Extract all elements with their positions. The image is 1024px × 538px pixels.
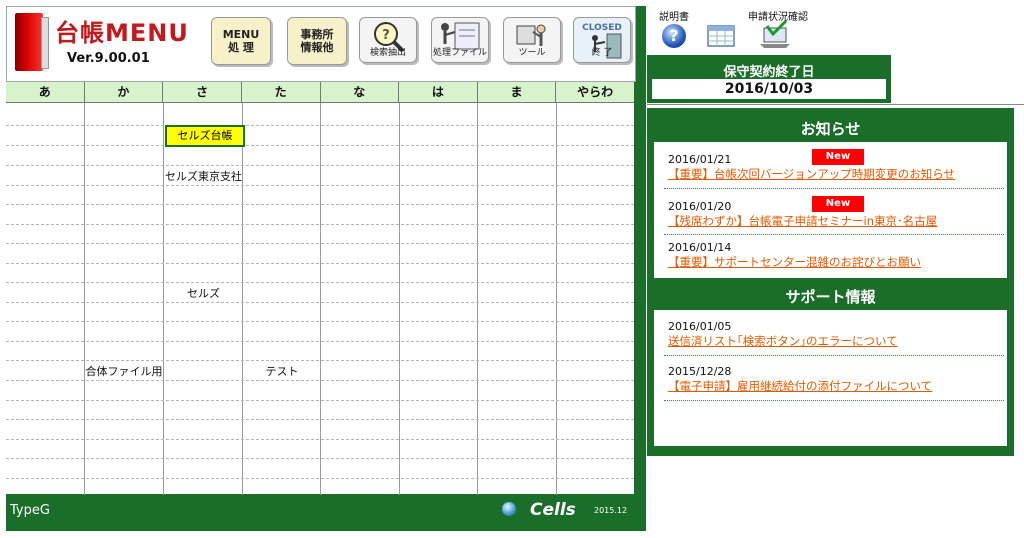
news-box: New 2016/01/21 【重要】台帳次回バージョンアップ時期変更のお知らせ… — [654, 142, 1007, 278]
divider — [647, 104, 1024, 105]
news-date: 2016/01/14 — [668, 241, 732, 254]
ledger-entry[interactable]: セルズ東京支社 — [164, 168, 243, 184]
ledger-book-icon — [15, 13, 49, 71]
info-panel: お知らせ New 2016/01/21 【重要】台帳次回バージョンアップ時期変更… — [647, 108, 1014, 456]
grid-row-line — [6, 125, 634, 126]
grid-row-line — [6, 321, 634, 322]
support-date: 2016/01/05 — [668, 320, 732, 333]
grid-divider — [556, 103, 557, 495]
svg-text:?: ? — [382, 28, 390, 43]
office-button-line2: 情報他 — [300, 41, 334, 54]
support-separator — [664, 400, 1004, 401]
news-date: 2016/01/20 — [668, 200, 732, 213]
news-title: お知らせ — [800, 120, 861, 138]
news-link[interactable]: 【重要】サポートセンター混雑のお詫びとお願い — [668, 254, 998, 270]
app-version: Ver.9.00.01 — [67, 51, 150, 66]
ledger-cells: セルズ台帳 セルズ東京支社 セルズ 合体ファイル用 テスト — [6, 103, 634, 495]
laptop-check-icon[interactable] — [758, 20, 792, 50]
globe-icon — [502, 502, 516, 516]
menu-button-line2: 処 理 — [228, 41, 254, 54]
news-separator — [664, 188, 1004, 189]
news-date: 2016/01/21 — [668, 153, 732, 166]
tab-a[interactable]: あ — [6, 82, 85, 102]
header-toolbar: 台帳MENU Ver.9.00.01 MENU 処 理 事務所 情報他 ? 検索… — [6, 6, 636, 82]
menu-process-button[interactable]: MENU 処 理 — [211, 17, 271, 65]
brand-logo: Cells — [530, 500, 576, 520]
news-item: 2016/01/20 【残席わずか】台帳電子申請セミナーin東京･名古屋 — [668, 200, 998, 229]
tab-na[interactable]: な — [321, 82, 400, 102]
process-button-label: 処理ファイル — [432, 48, 487, 59]
tab-sa[interactable]: さ — [163, 82, 242, 102]
maintenance-end-date: 2016/10/03 — [652, 79, 886, 99]
maintenance-box: 保守契約終了日 2016/10/03 — [647, 55, 891, 103]
support-title: サポート情報 — [785, 288, 876, 306]
grid-row-line — [6, 360, 634, 361]
grid-row-line — [6, 204, 634, 205]
grid-row-line — [6, 165, 634, 166]
grid-row-line — [6, 185, 634, 186]
menu-button-line1: MENU — [222, 27, 260, 41]
search-extract-button[interactable]: ? 検索抽出 — [359, 17, 417, 63]
support-date: 2015/12/28 — [668, 365, 732, 378]
support-separator — [664, 355, 1004, 356]
news-item: 2016/01/21 【重要】台帳次回バージョンアップ時期変更のお知らせ — [668, 153, 998, 182]
grid-row-line — [6, 439, 634, 440]
type-label: TypeG — [10, 503, 50, 518]
support-link[interactable]: 【電子申請】雇用継続給付の添付ファイルについて — [668, 378, 998, 394]
calendar-icon[interactable] — [706, 22, 736, 48]
ledger-entry[interactable]: 合体ファイル用 — [85, 363, 163, 379]
news-link[interactable]: 【残席わずか】台帳電子申請セミナーin東京･名古屋 — [668, 213, 998, 229]
grid-row-line — [6, 458, 634, 459]
grid-row-line — [6, 380, 634, 381]
exit-button[interactable]: CLOSED 終 了 — [573, 17, 631, 63]
search-button-label: 検索抽出 — [369, 48, 406, 59]
process-file-button[interactable]: 処理ファイル — [431, 17, 489, 63]
grid-divider — [320, 103, 321, 495]
help-icon[interactable]: ? — [662, 24, 686, 48]
release-date: 2015.12 — [594, 506, 628, 515]
grid-divider — [84, 103, 85, 495]
maintenance-title: 保守契約終了日 — [723, 65, 815, 80]
grid-row-line — [6, 400, 634, 401]
grid-row-line — [6, 145, 634, 146]
ledger-entry[interactable]: セルズ — [164, 285, 243, 301]
tab-yarawa[interactable]: やらわ — [556, 82, 634, 102]
office-button-line1: 事務所 — [300, 27, 334, 41]
grid-row-line — [6, 282, 634, 283]
footer-bar: TypeG Cells 2015.12 — [6, 496, 634, 522]
grid-row-line — [6, 263, 634, 264]
grid-row-line — [6, 224, 634, 225]
grid-row-line — [6, 419, 634, 420]
grid-row-line — [6, 478, 634, 479]
tab-ha[interactable]: は — [399, 82, 478, 102]
tab-ma[interactable]: ま — [478, 82, 557, 102]
support-item: 2016/01/05 送信済リスト｢検索ボタン｣のエラーについて — [668, 320, 998, 349]
grid-row-line — [6, 341, 634, 342]
tab-ta[interactable]: た — [242, 82, 321, 102]
grid-divider — [477, 103, 478, 495]
app-title: 台帳MENU — [55, 19, 189, 47]
tool-button[interactable]: ツール — [503, 17, 561, 63]
grid-row-line — [6, 302, 634, 303]
news-item: 2016/01/14 【重要】サポートセンター混雑のお詫びとお願い — [668, 241, 998, 270]
tool-button-label: ツール — [518, 48, 546, 59]
support-box: 2016/01/05 送信済リスト｢検索ボタン｣のエラーについて 2015/12… — [654, 310, 1007, 446]
tab-ka[interactable]: か — [85, 82, 164, 102]
news-separator — [664, 234, 1004, 235]
news-link[interactable]: 【重要】台帳次回バージョンアップ時期変更のお知らせ — [668, 166, 998, 182]
support-link[interactable]: 送信済リスト｢検索ボタン｣のエラーについて — [668, 333, 998, 349]
kana-tab-row: あ か さ た な は ま やらわ — [6, 82, 634, 103]
exit-button-label: 終 了 — [591, 48, 613, 59]
grid-divider — [399, 103, 400, 495]
ledger-entry[interactable]: テスト — [243, 363, 321, 379]
selected-ledger-cell[interactable]: セルズ台帳 — [165, 125, 245, 147]
support-item: 2015/12/28 【電子申請】雇用継続給付の添付ファイルについて — [668, 365, 998, 394]
grid-row-line — [6, 243, 634, 244]
closed-sign-text: CLOSED — [582, 23, 622, 33]
index-grid: あ か さ た な は ま やらわ セルズ台帳 セルズ東京支社 セルズ 合体ファ… — [6, 82, 634, 495]
manual-label: 説明書 — [659, 12, 689, 23]
office-info-button[interactable]: 事務所 情報他 — [287, 17, 347, 65]
